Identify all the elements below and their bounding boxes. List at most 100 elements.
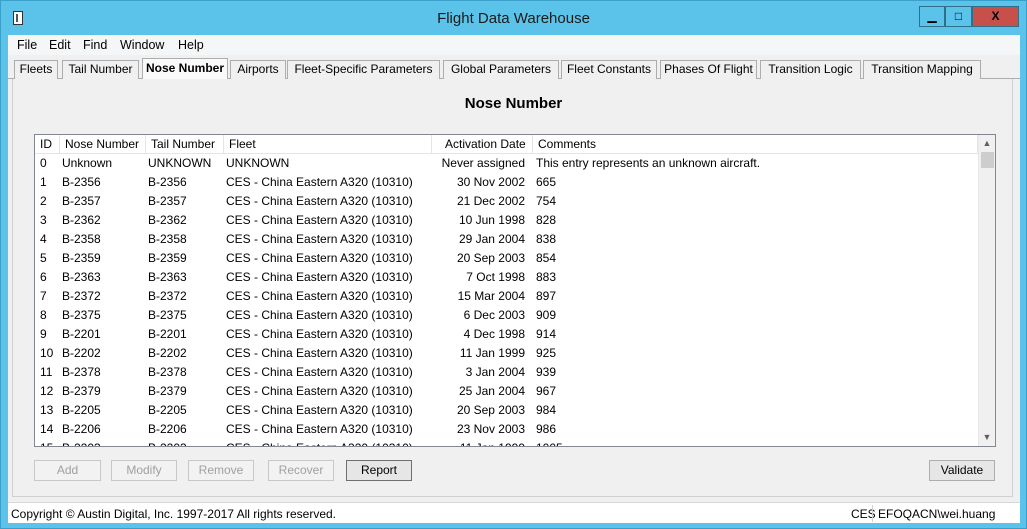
column-header-nose-number[interactable]: Nose Number <box>60 135 146 154</box>
table-row[interactable]: 2 B-2357 B-2357 CES - China Eastern A320 (1… <box>35 192 978 211</box>
remove-button[interactable]: Remove <box>188 460 254 481</box>
menu-edit[interactable]: Edit <box>49 38 71 52</box>
table-row[interactable]: 1 B-2356 B-2356 CES - China Eastern A320 (1… <box>35 173 978 192</box>
close-button[interactable]: X <box>972 6 1019 27</box>
tab-fleets[interactable]: Fleets <box>14 60 58 79</box>
window-title: Flight Data Warehouse <box>437 10 590 27</box>
cell-nose-number: B-2357 <box>62 194 101 208</box>
title-bar[interactable]: Flight Data Warehouse ▁ □ X <box>1 1 1026 35</box>
table-row[interactable]: 11 B-2378 B-2378 CES - China Eastern A320 (… <box>35 363 978 382</box>
cell-tail-number: B-2202 <box>148 346 187 360</box>
tab-fleet-specific-parameters[interactable]: Fleet-Specific Parameters <box>287 60 440 79</box>
scroll-down-icon[interactable]: ▼ <box>979 429 995 446</box>
cell-fleet: CES - China Eastern A320 (10310) <box>226 346 413 360</box>
cell-nose-number: B-2202 <box>62 346 101 360</box>
minimize-button[interactable]: ▁ <box>919 6 945 27</box>
tab-nose-number[interactable]: Nose Number <box>142 58 228 80</box>
cell-activation-date: 30 Nov 2002 <box>456 175 525 189</box>
table-row[interactable]: 4 B-2358 B-2358 CES - China Eastern A320 (1… <box>35 230 978 249</box>
cell-nose-number: B-2362 <box>62 213 101 227</box>
cell-comments: 939 <box>536 365 557 379</box>
table-row[interactable]: 10 B-2202 B-2202 CES - China Eastern A320 (… <box>35 344 978 363</box>
cell-id: 5 <box>40 251 47 265</box>
table-row[interactable]: 8 B-2375 B-2375 CES - China Eastern A320 (1… <box>35 306 978 325</box>
table-row[interactable]: 7 B-2372 B-2372 CES - China Eastern A320 (1… <box>35 287 978 306</box>
cell-tail-number: B-2379 <box>148 384 187 398</box>
table-row[interactable]: 12 B-2379 B-2379 CES - China Eastern A320 (… <box>35 382 978 401</box>
app-window: Flight Data Warehouse ▁ □ X File Edit Fi… <box>0 0 1027 529</box>
cell-id: 14 <box>40 422 54 436</box>
modify-button[interactable]: Modify <box>111 460 177 481</box>
table-row[interactable]: 15 B-2203 B-2203 CES - China Eastern A320 (… <box>35 439 978 446</box>
cell-fleet: CES - China Eastern A320 (10310) <box>226 194 413 208</box>
cell-nose-number: B-2375 <box>62 308 101 322</box>
maximize-button[interactable]: □ <box>945 6 972 27</box>
table-row[interactable]: 3 B-2362 B-2362 CES - China Eastern A320 (1… <box>35 211 978 230</box>
cell-fleet: UNKNOWN <box>226 156 290 170</box>
menu-find[interactable]: Find <box>83 38 107 52</box>
recover-button[interactable]: Recover <box>268 460 334 481</box>
nose-number-table[interactable]: ID Nose Number Tail Number Fleet Activat… <box>34 134 996 447</box>
tab-phases-of-flight[interactable]: Phases Of Flight <box>660 60 757 79</box>
tab-tail-number[interactable]: Tail Number <box>62 60 139 79</box>
cell-nose-number: B-2379 <box>62 384 101 398</box>
table-row[interactable]: 6 B-2363 B-2363 CES - China Eastern A320 (1… <box>35 268 978 287</box>
column-header-tail-number[interactable]: Tail Number <box>146 135 224 154</box>
table-body: 0 Unknown UNKNOWN UNKNOWN Never assigned This… <box>35 154 978 446</box>
cell-activation-date: 10 Jun 1998 <box>458 213 525 227</box>
scroll-thumb[interactable] <box>981 152 994 168</box>
table-row[interactable]: 13 B-2205 B-2205 CES - China Eastern A320 (… <box>35 401 978 420</box>
cell-comments: 897 <box>536 289 557 303</box>
cell-id: 1 <box>40 175 47 189</box>
cell-comments: 883 <box>536 270 557 284</box>
vertical-scrollbar[interactable]: ▲ ▼ <box>978 135 995 446</box>
cell-tail-number: UNKNOWN <box>148 156 212 170</box>
cell-tail-number: B-2372 <box>148 289 187 303</box>
report-button[interactable]: Report <box>346 460 412 481</box>
menu-window[interactable]: Window <box>120 38 164 52</box>
cell-fleet: CES - China Eastern A320 (10310) <box>226 384 413 398</box>
table-row[interactable]: 5 B-2359 B-2359 CES - China Eastern A320 (1… <box>35 249 978 268</box>
cell-fleet: CES - China Eastern A320 (10310) <box>226 251 413 265</box>
column-header-fleet[interactable]: Fleet <box>224 135 432 154</box>
cell-comments: 1005 <box>536 439 563 446</box>
cell-activation-date: 3 Jan 2004 <box>465 365 525 379</box>
cell-activation-date: 11 Jan 1999 <box>460 439 525 446</box>
cell-fleet: CES - China Eastern A320 (10310) <box>226 439 413 446</box>
cell-id: 8 <box>40 308 47 322</box>
column-header-activation-date[interactable]: Activation Date <box>432 135 533 154</box>
table-row[interactable]: 9 B-2201 B-2201 CES - China Eastern A320 (1… <box>35 325 978 344</box>
status-divider <box>872 505 873 522</box>
cell-fleet: CES - China Eastern A320 (10310) <box>226 289 413 303</box>
menu-help[interactable]: Help <box>178 38 204 52</box>
cell-comments: 925 <box>536 346 557 360</box>
cell-activation-date: 23 Nov 2003 <box>456 422 525 436</box>
cell-activation-date: 11 Jan 1999 <box>459 346 525 360</box>
scroll-up-icon[interactable]: ▲ <box>979 135 995 152</box>
tab-transition-mapping[interactable]: Transition Mapping <box>863 60 981 79</box>
cell-id: 3 <box>40 213 47 227</box>
cell-comments: This entry represents an unknown aircraf… <box>536 156 761 170</box>
table-row[interactable]: 0 Unknown UNKNOWN UNKNOWN Never assigned This… <box>35 154 978 173</box>
column-header-comments[interactable]: Comments <box>533 135 978 154</box>
add-button[interactable]: Add <box>34 460 101 481</box>
cell-fleet: CES - China Eastern A320 (10310) <box>226 403 413 417</box>
tab-fleet-constants[interactable]: Fleet Constants <box>561 60 657 79</box>
table-header: ID Nose Number Tail Number Fleet Activat… <box>35 135 978 154</box>
cell-nose-number: B-2358 <box>62 232 101 246</box>
cell-activation-date: 25 Jan 2004 <box>458 384 525 398</box>
cell-fleet: CES - China Eastern A320 (10310) <box>226 270 413 284</box>
cell-tail-number: B-2203 <box>148 439 187 446</box>
tab-global-parameters[interactable]: Global Parameters <box>443 60 559 79</box>
tab-airports[interactable]: Airports <box>230 60 286 79</box>
cell-comments: 986 <box>536 422 557 436</box>
table-row[interactable]: 14 B-2206 B-2206 CES - China Eastern A320 (… <box>35 420 978 439</box>
column-header-id[interactable]: ID <box>35 135 60 154</box>
tab-transition-logic[interactable]: Transition Logic <box>760 60 861 79</box>
cell-activation-date: 20 Sep 2003 <box>456 403 525 417</box>
cell-activation-date: Never assigned <box>441 156 525 170</box>
validate-button[interactable]: Validate <box>929 460 995 481</box>
cell-fleet: CES - China Eastern A320 (10310) <box>226 327 413 341</box>
cell-activation-date: 15 Mar 2004 <box>457 289 525 303</box>
menu-file[interactable]: File <box>17 38 37 52</box>
